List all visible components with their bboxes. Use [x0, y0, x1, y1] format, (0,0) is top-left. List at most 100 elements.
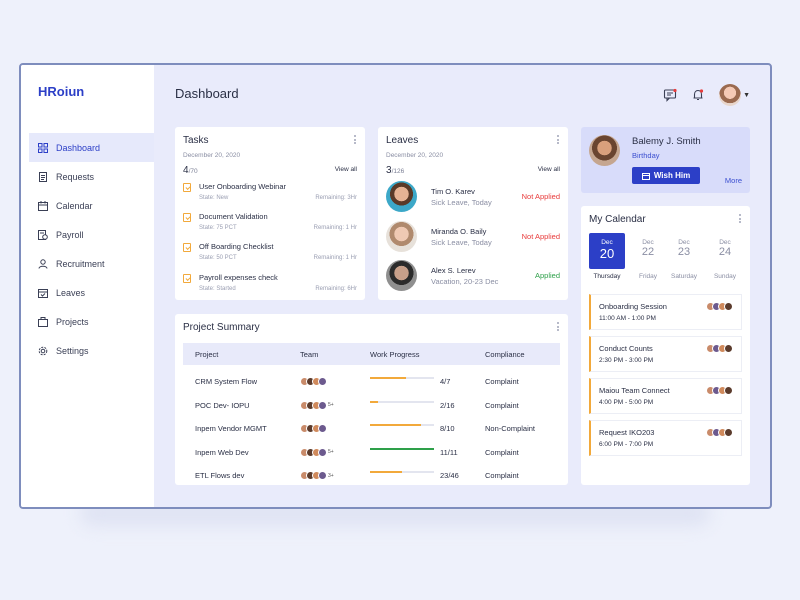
calendar-day[interactable]: Dec 22	[630, 233, 666, 269]
wish-him-button[interactable]: Wish Him	[632, 167, 700, 184]
team-extra-count: 5+	[328, 402, 334, 408]
calendar-weekday: Saturday	[670, 273, 698, 280]
team-avatars: 5+	[300, 400, 334, 410]
leaves-view-all-link[interactable]: View all	[538, 166, 560, 173]
sidebar-item-projects[interactable]: Projects	[29, 307, 154, 336]
calendar-icon	[38, 200, 48, 211]
event-title: Request IKO203	[599, 428, 655, 437]
clipboard-check-icon	[183, 274, 191, 283]
calendar-weekday: Thursday	[593, 273, 621, 280]
leave-item[interactable]: Alex S. Lerev Vacation, 20-23 Dec Applie…	[386, 260, 560, 294]
compliance-status: Complaint	[485, 447, 519, 457]
progress-bar-fill	[370, 400, 379, 403]
task-item[interactable]: Document Validation State: 75 PCT Remain…	[183, 212, 357, 240]
task-name: Document Validation	[199, 212, 268, 221]
table-row[interactable]: CRM System Flow 4/7 Complaint	[183, 370, 560, 394]
task-remaining: Remaining: 6Hr	[315, 286, 357, 292]
sidebar-nav: Dashboard Requests Calendar Payroll Recr…	[29, 133, 154, 365]
compliance-status: Non-Complaint	[485, 424, 536, 433]
avatar	[318, 447, 327, 457]
calendar-event[interactable]: Request IKO203 6:00 PM - 7:00 PM	[589, 420, 742, 456]
leave-status: Not Applied	[521, 232, 560, 241]
calendar-day-month: Dec	[601, 239, 613, 246]
sidebar-item-recruitment[interactable]: Recruitment	[29, 249, 154, 278]
task-state: State: 75 PCT	[199, 225, 237, 231]
calendar-day[interactable]: Dec 23	[666, 233, 702, 269]
team-avatars: 5+	[300, 447, 334, 457]
kebab-menu-icon[interactable]	[556, 135, 560, 144]
task-item[interactable]: User Onboarding Webinar State: New Remai…	[183, 182, 357, 210]
progress-bar-fill	[370, 471, 402, 473]
kebab-menu-icon[interactable]	[738, 214, 742, 223]
table-row[interactable]: POC Dev- IOPU 5+ 2/16 Complaint	[183, 394, 560, 418]
kebab-menu-icon[interactable]	[556, 322, 560, 331]
document-icon	[38, 171, 48, 182]
tasks-count: 4/70	[183, 165, 198, 176]
table-row[interactable]: Inpem Web Dev 5+ 11/11 Complaint	[183, 441, 560, 465]
chevron-down-icon[interactable]: ▼	[743, 92, 750, 99]
avatar	[386, 181, 417, 212]
sidebar-item-requests[interactable]: Requests	[29, 162, 154, 191]
task-remaining: Remaining: 1 Hr	[313, 225, 357, 231]
bell-icon[interactable]	[691, 88, 705, 102]
task-item[interactable]: Payroll expenses check State: Started Re…	[183, 273, 357, 301]
grid-icon	[38, 142, 48, 153]
header-actions: ▼	[663, 84, 750, 106]
sidebar-item-leaves[interactable]: Leaves	[29, 278, 154, 307]
tasks-view-all-link[interactable]: View all	[335, 166, 357, 173]
avatar[interactable]	[719, 84, 742, 106]
leave-employee-name: Alex S. Lerev	[431, 266, 476, 275]
leave-item[interactable]: Miranda O. Baily Sick Leave, Today Not A…	[386, 221, 560, 255]
clipboard-check-icon	[183, 213, 191, 222]
calendar-day[interactable]: Dec 20	[589, 233, 625, 269]
app-logo: HRoiun	[38, 84, 85, 99]
calendar-event[interactable]: Onboarding Session 11:00 AM - 1:00 PM	[589, 294, 742, 330]
kebab-menu-icon[interactable]	[353, 135, 357, 144]
leave-status: Not Applied	[521, 192, 560, 201]
calendar-weekday: Sunday	[713, 273, 737, 280]
more-link[interactable]: More	[725, 176, 742, 185]
calendar-day-number: 22	[641, 246, 655, 258]
calendar-day-number: 24	[718, 246, 732, 258]
progress-bar	[370, 400, 434, 403]
task-state: State: 50 PCT	[199, 255, 237, 261]
team-avatars: 3+	[300, 471, 334, 480]
project-summary-card: Project Summary Project Team Work Progre…	[175, 314, 568, 485]
table-row[interactable]: ETL Flows dev 3+ 23/46 Complaint	[183, 464, 560, 488]
leave-item[interactable]: Tim O. Karev Sick Leave, Today Not Appli…	[386, 181, 560, 215]
event-time: 2:30 PM - 3:00 PM	[599, 357, 654, 364]
leave-detail: Vacation, 20-23 Dec	[431, 277, 499, 286]
app-window: HRoiun Dashboard Requests Calendar Payro…	[19, 63, 772, 509]
leave-status: Applied	[534, 271, 560, 280]
message-icon[interactable]	[663, 88, 677, 102]
calendar-day-number: 20	[599, 246, 615, 261]
calendar-event[interactable]: Conduct Counts 2:30 PM - 3:00 PM	[589, 336, 742, 372]
progress-value: 8/10	[440, 424, 455, 433]
sidebar-item-calendar[interactable]: Calendar	[29, 191, 154, 220]
sidebar-item-label: Projects	[56, 316, 89, 327]
avatar	[386, 221, 417, 252]
task-item[interactable]: Off Boarding Checklist State: 50 PCT Rem…	[183, 242, 357, 270]
sidebar-item-payroll[interactable]: Payroll	[29, 220, 154, 249]
calendar-event[interactable]: Maiou Team Connect 4:00 PM - 5:00 PM	[589, 378, 742, 414]
calendar-icon	[641, 172, 650, 180]
clipboard-check-icon	[183, 243, 191, 252]
tasks-date: December 20, 2020	[183, 152, 241, 159]
sidebar-item-label: Requests	[56, 171, 95, 182]
event-time: 6:00 PM - 7:00 PM	[599, 441, 654, 448]
table-row[interactable]: Inpem Vendor MGMT 8/10 Non-Complaint	[183, 417, 560, 441]
event-title: Maiou Team Connect	[599, 386, 670, 395]
sidebar-item-dashboard[interactable]: Dashboard	[29, 133, 154, 162]
user-menu[interactable]: ▼	[719, 84, 750, 106]
sidebar-item-label: Dashboard	[56, 142, 101, 153]
event-attendees	[706, 386, 733, 395]
task-name: User Onboarding Webinar	[199, 182, 286, 191]
sidebar-item-settings[interactable]: Settings	[29, 336, 154, 365]
calendar-day[interactable]: Dec 24	[707, 233, 743, 269]
column-header-compliance: Compliance	[485, 350, 525, 359]
team-avatars	[300, 377, 328, 386]
wish-him-label: Wish Him	[653, 171, 691, 180]
progress-value: 23/46	[440, 471, 459, 480]
project-summary-title: Project Summary	[183, 322, 260, 333]
event-time: 11:00 AM - 1:00 PM	[599, 315, 656, 322]
